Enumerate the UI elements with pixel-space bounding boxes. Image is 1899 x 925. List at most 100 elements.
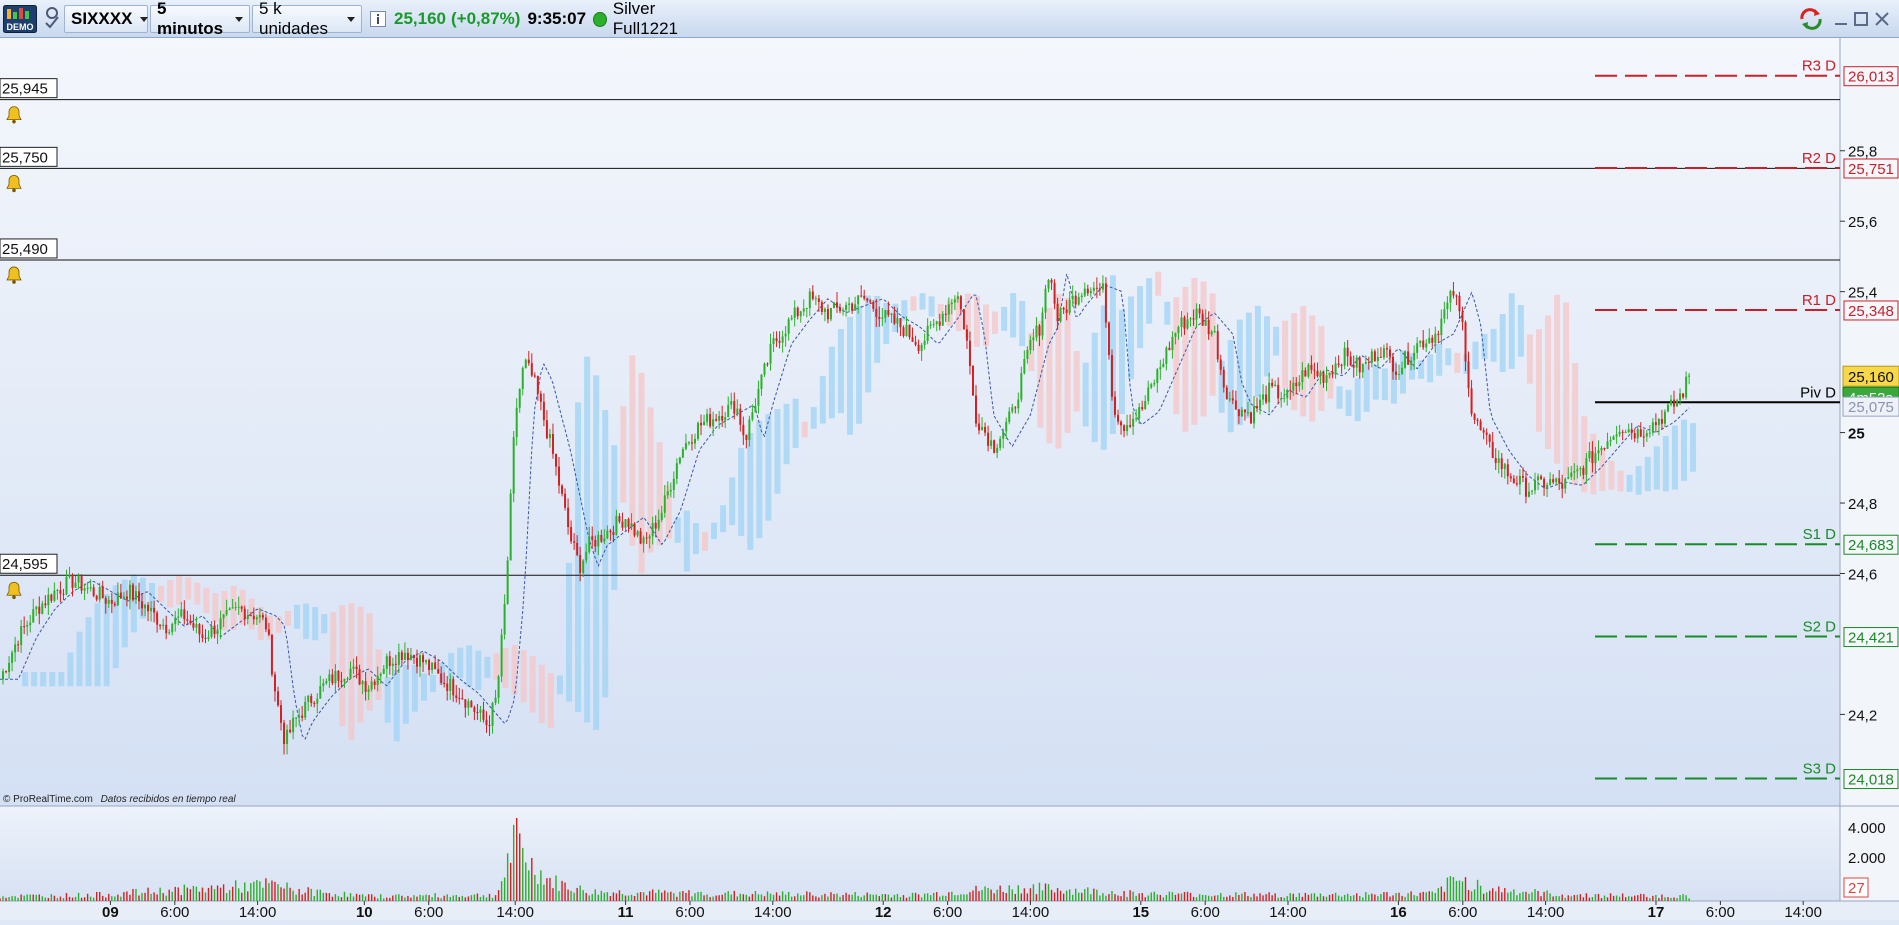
volume-bar	[68, 896, 71, 901]
volume-bar	[1534, 889, 1536, 901]
volume-bar	[380, 894, 382, 901]
volume-bar	[954, 895, 956, 901]
volume-bar	[1084, 889, 1086, 901]
volume-bar	[325, 892, 328, 901]
volume-bar	[292, 890, 294, 901]
cloud-segment	[692, 522, 699, 555]
candle-body	[996, 447, 999, 453]
status-dot-icon	[593, 11, 607, 27]
candle-body	[1657, 419, 1660, 426]
volume-bar	[14, 896, 16, 901]
cloud-segment	[1146, 278, 1153, 324]
candle-body	[83, 588, 86, 591]
candle-body	[848, 303, 851, 305]
symbol-selector[interactable]: SIXXXX	[64, 5, 149, 33]
candle-body	[1316, 370, 1319, 377]
close-icon	[1875, 12, 1889, 26]
candle-body	[1337, 363, 1340, 365]
volume-bar	[1573, 895, 1575, 901]
candle-body	[455, 695, 458, 699]
candle-body	[914, 341, 917, 345]
volume-bar	[1334, 892, 1337, 901]
candle-body	[1669, 399, 1672, 405]
secondary-value-label: 25,075	[1848, 399, 1894, 416]
close-button[interactable]	[1874, 5, 1892, 33]
candle-body	[150, 607, 153, 612]
cloud-segment	[765, 414, 772, 521]
candle-body	[1648, 432, 1651, 434]
bell-clapper	[12, 595, 16, 600]
candle-body	[938, 321, 941, 326]
volume-bar	[996, 889, 998, 901]
volume-bar	[144, 892, 146, 901]
volume-bar	[150, 893, 152, 901]
candle-body	[1388, 349, 1391, 357]
volume-bar	[1600, 898, 1603, 901]
volume-bar	[425, 894, 427, 901]
volume-bar	[183, 884, 186, 901]
volume-bar	[1229, 895, 1231, 901]
candle-body	[1313, 369, 1316, 371]
candle-body	[1095, 287, 1098, 289]
cloud-segment	[167, 580, 174, 608]
candle-body	[1086, 288, 1089, 294]
y-tick-label: 25	[1848, 426, 1865, 443]
time-value: 9:35:07	[527, 9, 587, 28]
price-chart[interactable]: 25,945 25,750 25,490 24,595 R3 D 26,013 R2 D 2…	[0, 38, 1899, 921]
info-button[interactable]	[370, 5, 388, 33]
candle-body	[113, 603, 116, 606]
volume-bar	[957, 895, 959, 901]
candle-body	[1597, 450, 1600, 454]
candle-body	[44, 603, 47, 606]
candle-body	[325, 681, 328, 684]
app-window: DEMO SIXXXX 5 minutos 5 k unidades 25,16…	[0, 0, 1899, 921]
volume-bar	[1579, 894, 1582, 901]
volume-bar	[135, 888, 137, 901]
volume-bar	[99, 891, 101, 901]
candle-body	[1558, 478, 1561, 484]
chart-area[interactable]: 25,945 25,750 25,490 24,595 R3 D 26,013 R2 D 2…	[0, 38, 1899, 921]
volume-bar	[1250, 897, 1252, 901]
volume-bar	[1207, 895, 1210, 901]
candle-body	[920, 344, 923, 352]
candle-body	[1361, 363, 1364, 373]
candle-body	[131, 584, 134, 600]
candle-body	[273, 674, 276, 692]
candle-body	[116, 592, 119, 606]
candle-body	[153, 607, 156, 613]
maximize-button[interactable]	[1853, 5, 1871, 33]
candle-body	[316, 698, 319, 704]
cloud-segment	[402, 664, 409, 724]
volume-bar	[1588, 897, 1591, 901]
cloud-segment	[529, 656, 536, 713]
pivot-name: R1 D	[1802, 292, 1836, 309]
candle-body	[379, 673, 382, 676]
volume-bar	[295, 894, 297, 901]
candle-body	[1123, 425, 1126, 432]
volume-bar	[1582, 897, 1585, 901]
volume-bar	[769, 893, 772, 901]
minimize-button[interactable]	[1833, 5, 1851, 33]
candle-body	[923, 340, 926, 345]
cloud-segment	[810, 407, 817, 429]
candle-body	[591, 536, 594, 540]
candle-body	[953, 299, 956, 303]
timeframe-selector[interactable]: 5 minutos	[150, 0, 250, 38]
cloud-segment	[357, 606, 364, 723]
volume-bar	[645, 895, 648, 901]
volume-bar	[1522, 891, 1524, 901]
candle-body	[1156, 369, 1159, 383]
volume-bar	[322, 892, 325, 901]
volume-bar	[410, 897, 412, 901]
volume-bar	[1652, 895, 1654, 901]
candle-body	[509, 493, 512, 561]
candle-body	[80, 575, 83, 591]
volume-bar	[1002, 891, 1004, 901]
candle-body	[186, 619, 189, 621]
link-icon[interactable]	[42, 5, 62, 33]
units-selector[interactable]: 5 k unidades	[252, 0, 362, 38]
price-change-display: 25,160 (+0,87%) 9:35:07 Silver Full1221	[394, 0, 714, 38]
candle-body	[237, 606, 240, 608]
refresh-button[interactable]	[1797, 5, 1827, 33]
volume-bar	[1038, 882, 1041, 901]
